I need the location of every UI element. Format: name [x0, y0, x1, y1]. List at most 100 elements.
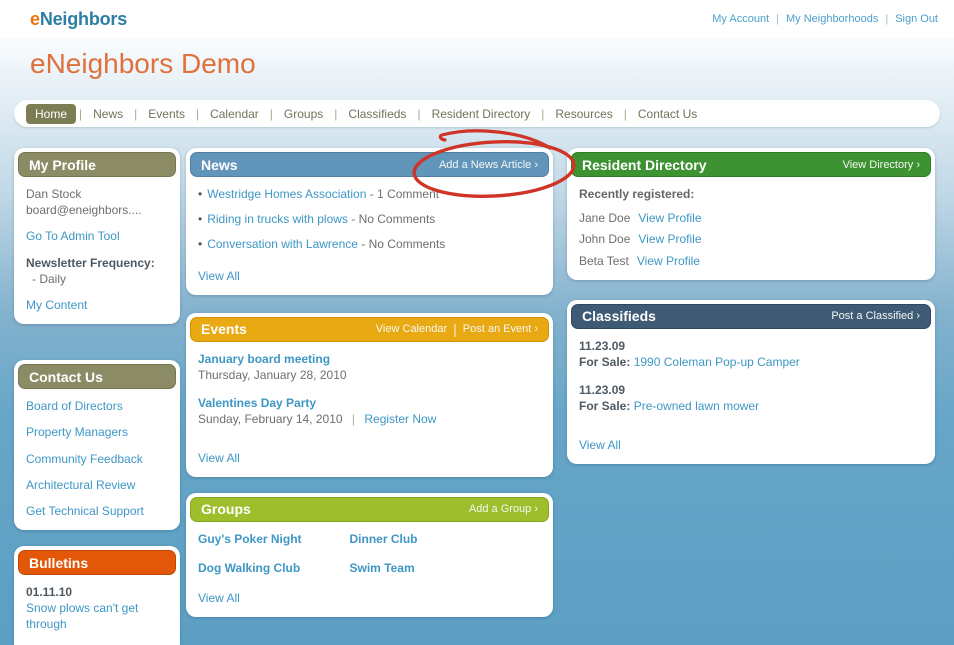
news-title: News: [201, 156, 238, 173]
profile-email: board@eneighbors....: [26, 203, 142, 218]
bulletins-body: 01.11.10 Snow plows can't get through Vi…: [18, 575, 176, 645]
my-neighborhoods-link[interactable]: My Neighborhoods: [786, 13, 878, 25]
classifieds-panel: Classifieds Post a Classified › 11.23.09…: [567, 299, 935, 464]
separator: [776, 13, 779, 25]
classifieds-view-all-link[interactable]: View All: [579, 437, 621, 453]
classifieds-title: Classifieds: [582, 308, 656, 325]
contact-us-panel: Contact Us Board of Directors Property M…: [14, 360, 180, 531]
resident-name: John Doe: [579, 232, 631, 247]
my-account-link[interactable]: My Account: [712, 13, 769, 25]
resident-row: Jane Doe View Profile: [579, 210, 923, 226]
news-article-link[interactable]: Conversation with Lawrence: [207, 237, 358, 251]
events-header: Events View Calendar Post an Event ›: [190, 316, 549, 342]
view-calendar-link[interactable]: View Calendar: [376, 323, 447, 335]
separator: [334, 107, 337, 121]
resident-directory-header: Resident Directory View Directory ›: [571, 152, 931, 177]
bulletin-link[interactable]: Snow plows can't get through: [26, 601, 138, 631]
groups-view-all-link[interactable]: View All: [198, 590, 240, 606]
event-title-link[interactable]: January board meeting: [198, 352, 330, 366]
classified-date: 11.23.09: [579, 383, 626, 398]
separator: [541, 107, 544, 121]
property-managers-link[interactable]: Property Managers: [26, 425, 128, 439]
sign-out-link[interactable]: Sign Out: [895, 13, 938, 25]
separator: [417, 107, 420, 121]
nav-item-events[interactable]: Events: [140, 105, 193, 123]
add-news-article-link[interactable]: Add a News Article ›: [439, 159, 538, 171]
separator: [79, 107, 82, 121]
news-panel: News Add a News Article › Westridge Home…: [186, 148, 553, 295]
register-now-link[interactable]: Register Now: [364, 412, 436, 426]
nav-item-resources[interactable]: Resources: [547, 105, 620, 123]
view-profile-link[interactable]: View Profile: [638, 211, 701, 225]
my-content-link[interactable]: My Content: [26, 298, 87, 312]
view-profile-link[interactable]: View Profile: [637, 254, 700, 268]
eneighbors-logo[interactable]: eNeighbors: [30, 9, 127, 30]
contact-us-body: Board of Directors Property Managers Com…: [18, 389, 176, 526]
bulletins-header: Bulletins: [18, 550, 176, 576]
classified-link[interactable]: 1990 Coleman Pop-up Camper: [634, 355, 800, 369]
nav-item-resident-directory[interactable]: Resident Directory: [424, 105, 539, 123]
board-of-directors-link[interactable]: Board of Directors: [26, 399, 123, 413]
bulletins-panel: Bulletins 01.11.10 Snow plows can't get …: [14, 546, 180, 645]
newsletter-frequency-label: Newsletter Frequency:: [26, 255, 155, 270]
nav-item-news[interactable]: News: [85, 105, 131, 123]
bulletin-date: 01.11.10: [26, 585, 73, 600]
classified-label: For Sale:: [579, 399, 631, 414]
events-panel: Events View Calendar Post an Event › Jan…: [186, 312, 553, 477]
news-item: Westridge Homes Association - 1 Comment: [198, 186, 541, 202]
classifieds-header: Classifieds Post a Classified ›: [571, 303, 931, 329]
right-column: Resident Directory View Directory › Rece…: [567, 148, 935, 464]
events-view-all-link[interactable]: View All: [198, 450, 240, 466]
event-title-link[interactable]: Valentines Day Party: [198, 396, 316, 410]
nav-item-classifieds[interactable]: Classifieds: [340, 105, 414, 123]
resident-row: John Doe View Profile: [579, 231, 923, 247]
group-link[interactable]: Dinner Club: [350, 531, 502, 547]
group-link[interactable]: Guy's Poker Night: [198, 531, 350, 547]
groups-panel: Groups Add a Group › Guy's Poker Night D…: [186, 492, 553, 618]
left-sidebar: My Profile Dan Stock board@eneighbors...…: [14, 148, 180, 645]
separator: [885, 13, 888, 25]
community-feedback-link[interactable]: Community Feedback: [26, 452, 143, 466]
logo-text-e: e: [30, 9, 40, 29]
separator: [134, 107, 137, 121]
separator: [352, 412, 355, 426]
group-link[interactable]: Swim Team: [350, 560, 502, 576]
news-view-all-link[interactable]: View All: [198, 268, 240, 284]
bulletins-title: Bulletins: [29, 554, 89, 571]
classified-link[interactable]: Pre-owned lawn mower: [634, 399, 759, 413]
recently-registered-label: Recently registered:: [579, 187, 695, 201]
contact-us-title: Contact Us: [29, 368, 103, 385]
news-comment-count: - 1 Comment: [366, 187, 440, 201]
events-body: January board meeting Thursday, January …: [190, 342, 549, 473]
group-link[interactable]: Dog Walking Club: [198, 560, 350, 576]
page-title: eNeighbors Demo: [30, 48, 256, 79]
classifieds-body: 11.23.09 For Sale: 1990 Coleman Pop-up C…: [571, 329, 931, 460]
view-directory-link[interactable]: View Directory ›: [843, 159, 920, 171]
top-bar: eNeighbors My Account My Neighborhoods S…: [0, 0, 954, 38]
nav-item-calendar[interactable]: Calendar: [202, 105, 267, 123]
newsletter-frequency-value: - Daily: [32, 271, 67, 286]
classified-item: 11.23.09 For Sale: 1990 Coleman Pop-up C…: [579, 338, 923, 370]
post-a-classified-link[interactable]: Post a Classified ›: [831, 310, 920, 322]
groups-header: Groups Add a Group ›: [190, 496, 549, 522]
resident-directory-title: Resident Directory: [582, 156, 707, 173]
post-an-event-link[interactable]: Post an Event ›: [463, 323, 538, 335]
separator: [453, 321, 457, 337]
nav-item-contact-us[interactable]: Contact Us: [630, 105, 705, 123]
admin-tool-link[interactable]: Go To Admin Tool: [26, 229, 120, 243]
news-article-link[interactable]: Riding in trucks with plows: [207, 212, 348, 226]
resident-name: Jane Doe: [579, 211, 631, 226]
classified-item: 11.23.09 For Sale: Pre-owned lawn mower: [579, 382, 923, 414]
nav-item-groups[interactable]: Groups: [276, 105, 331, 123]
news-item: Conversation with Lawrence - No Comments: [198, 236, 541, 252]
resident-row: Beta Test View Profile: [579, 253, 923, 269]
news-header: News Add a News Article ›: [190, 152, 549, 177]
get-technical-support-link[interactable]: Get Technical Support: [26, 504, 144, 518]
nav-item-home[interactable]: Home: [26, 103, 77, 124]
architectural-review-link[interactable]: Architectural Review: [26, 478, 135, 492]
separator: [624, 107, 627, 121]
view-profile-link[interactable]: View Profile: [638, 232, 701, 246]
news-article-link[interactable]: Westridge Homes Association: [207, 187, 366, 201]
add-a-group-link[interactable]: Add a Group ›: [469, 503, 538, 515]
news-comment-count: - No Comments: [357, 237, 446, 252]
